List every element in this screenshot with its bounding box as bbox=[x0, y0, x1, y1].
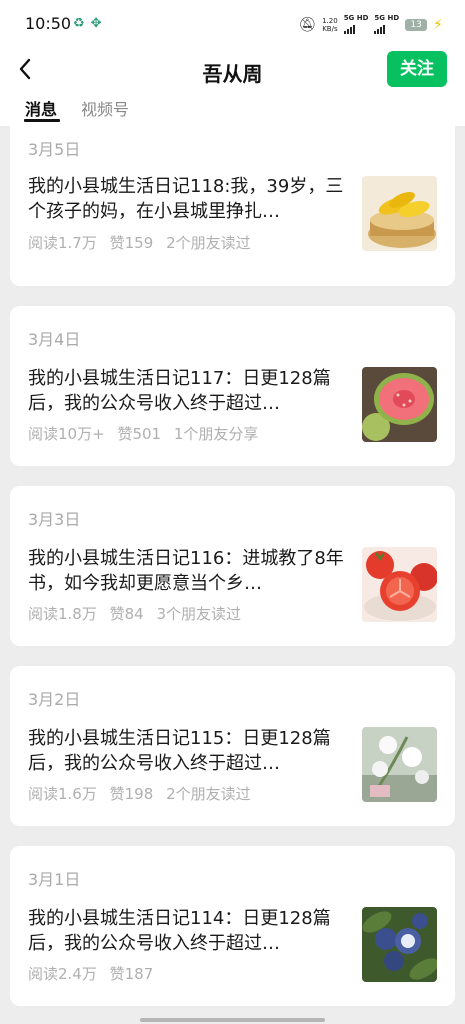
signal-bars-icon bbox=[374, 22, 386, 34]
article-stats: 阅读1.7万 赞159 2个朋友读过 bbox=[28, 232, 259, 253]
network-speed-unit: KB/s bbox=[322, 25, 338, 33]
article-stats: 阅读1.6万 赞198 2个朋友读过 bbox=[28, 783, 259, 804]
article-stats: 阅读2.4万 赞187 bbox=[28, 963, 161, 984]
charging-bolt-icon: ⚡︎ bbox=[433, 17, 443, 33]
read-count: 阅读1.8万 bbox=[28, 605, 97, 623]
read-count: 阅读1.6万 bbox=[28, 785, 97, 803]
article-headline[interactable]: 我的小县城生活日记114：日更128篇后，我的公众号收入终于超过… bbox=[28, 906, 346, 956]
status-right: 🔕︎ 1.20 KB/s 5G HD 5G HD 13 ⚡︎ bbox=[298, 14, 443, 36]
network-type-1: 5G HD bbox=[343, 14, 369, 36]
tab-bar: 消息 视频号 bbox=[0, 93, 465, 126]
tab-messages[interactable]: 消息 bbox=[25, 96, 57, 120]
friends-activity: 2个朋友读过 bbox=[166, 234, 251, 252]
read-count: 阅读1.7万 bbox=[28, 234, 97, 252]
like-count: 赞501 bbox=[117, 425, 162, 443]
article-stats: 阅读1.8万 赞84 3个朋友读过 bbox=[28, 603, 249, 624]
follow-button[interactable]: 关注 bbox=[387, 51, 447, 87]
article-card[interactable]: 3月5日 我的小县城生活日记118:我，39岁，三个孩子的妈，在小县城里挣扎… … bbox=[10, 126, 455, 286]
read-count: 阅读2.4万 bbox=[28, 965, 97, 983]
network-label-1: 5G HD bbox=[343, 14, 369, 22]
friends-activity: 3个朋友读过 bbox=[156, 605, 242, 623]
status-bar: 10:50 ♻✥ 🔕︎ 1.20 KB/s 5G HD 5G HD 13 ⚡︎ bbox=[0, 0, 465, 48]
home-indicator[interactable] bbox=[140, 1018, 325, 1022]
network-type-2: 5G HD bbox=[374, 14, 399, 36]
status-time: 10:50 bbox=[25, 14, 72, 33]
friends-activity: 1个朋友分享 bbox=[173, 425, 259, 443]
network-speed: 1.20 KB/s bbox=[322, 17, 338, 33]
active-tab-indicator bbox=[24, 119, 60, 122]
guava-thumbnail[interactable] bbox=[362, 367, 437, 442]
article-date: 3月1日 bbox=[28, 870, 81, 889]
white-flowers-thumbnail[interactable] bbox=[362, 727, 437, 802]
article-card[interactable]: 3月2日 我的小县城生活日记115：日更128篇后，我的公众号收入终于超过… 阅… bbox=[10, 666, 455, 826]
article-date: 3月5日 bbox=[28, 140, 81, 159]
article-feed[interactable]: 3月5日 我的小县城生活日记118:我，39岁，三个孩子的妈，在小县城里挣扎… … bbox=[0, 126, 465, 1024]
article-card[interactable]: 3月4日 我的小县城生活日记117：日更128篇后，我的公众号收入终于超过… 阅… bbox=[10, 306, 455, 466]
article-stats: 阅读10万+ 赞501 1个朋友分享 bbox=[28, 423, 266, 444]
article-card[interactable]: 3月3日 我的小县城生活日记116：进城教了8年书，如今我却更愿意当个乡… 阅读… bbox=[10, 486, 455, 646]
battery-icon: 13 bbox=[405, 19, 428, 31]
nav-bar: 吾从周 关注 bbox=[0, 48, 465, 93]
article-headline[interactable]: 我的小县城生活日记115：日更128篇后，我的公众号收入终于超过… bbox=[28, 726, 346, 776]
article-date: 3月2日 bbox=[28, 690, 81, 709]
like-count: 赞159 bbox=[109, 234, 154, 252]
article-headline[interactable]: 我的小县城生活日记118:我，39岁，三个孩子的妈，在小县城里挣扎… bbox=[28, 174, 346, 224]
mute-bell-icon: 🔕︎ bbox=[298, 17, 317, 33]
article-date: 3月4日 bbox=[28, 330, 81, 349]
network-speed-value: 1.20 bbox=[322, 17, 338, 25]
like-count: 赞187 bbox=[109, 965, 154, 983]
article-card[interactable]: 3月1日 我的小县城生活日记114：日更128篇后，我的公众号收入终于超过… 阅… bbox=[10, 846, 455, 1006]
like-count: 赞84 bbox=[109, 605, 144, 623]
article-headline[interactable]: 我的小县城生活日记117：日更128篇后，我的公众号收入终于超过… bbox=[28, 366, 346, 416]
network-label-2: 5G HD bbox=[374, 14, 400, 22]
signal-bars-icon bbox=[343, 22, 355, 34]
friends-activity: 2个朋友读过 bbox=[166, 785, 251, 803]
article-date: 3月3日 bbox=[28, 510, 81, 529]
blueberry-thumbnail[interactable] bbox=[362, 907, 437, 982]
like-count: 赞198 bbox=[109, 785, 154, 803]
tomato-thumbnail[interactable] bbox=[362, 547, 437, 622]
tab-channels[interactable]: 视频号 bbox=[81, 96, 129, 120]
notification-icons: ♻✥ bbox=[73, 16, 108, 31]
article-headline[interactable]: 我的小县城生活日记116：进城教了8年书，如今我却更愿意当个乡… bbox=[28, 546, 346, 596]
corn-steamer-thumbnail[interactable] bbox=[362, 176, 437, 251]
read-count: 阅读10万+ bbox=[28, 425, 105, 443]
